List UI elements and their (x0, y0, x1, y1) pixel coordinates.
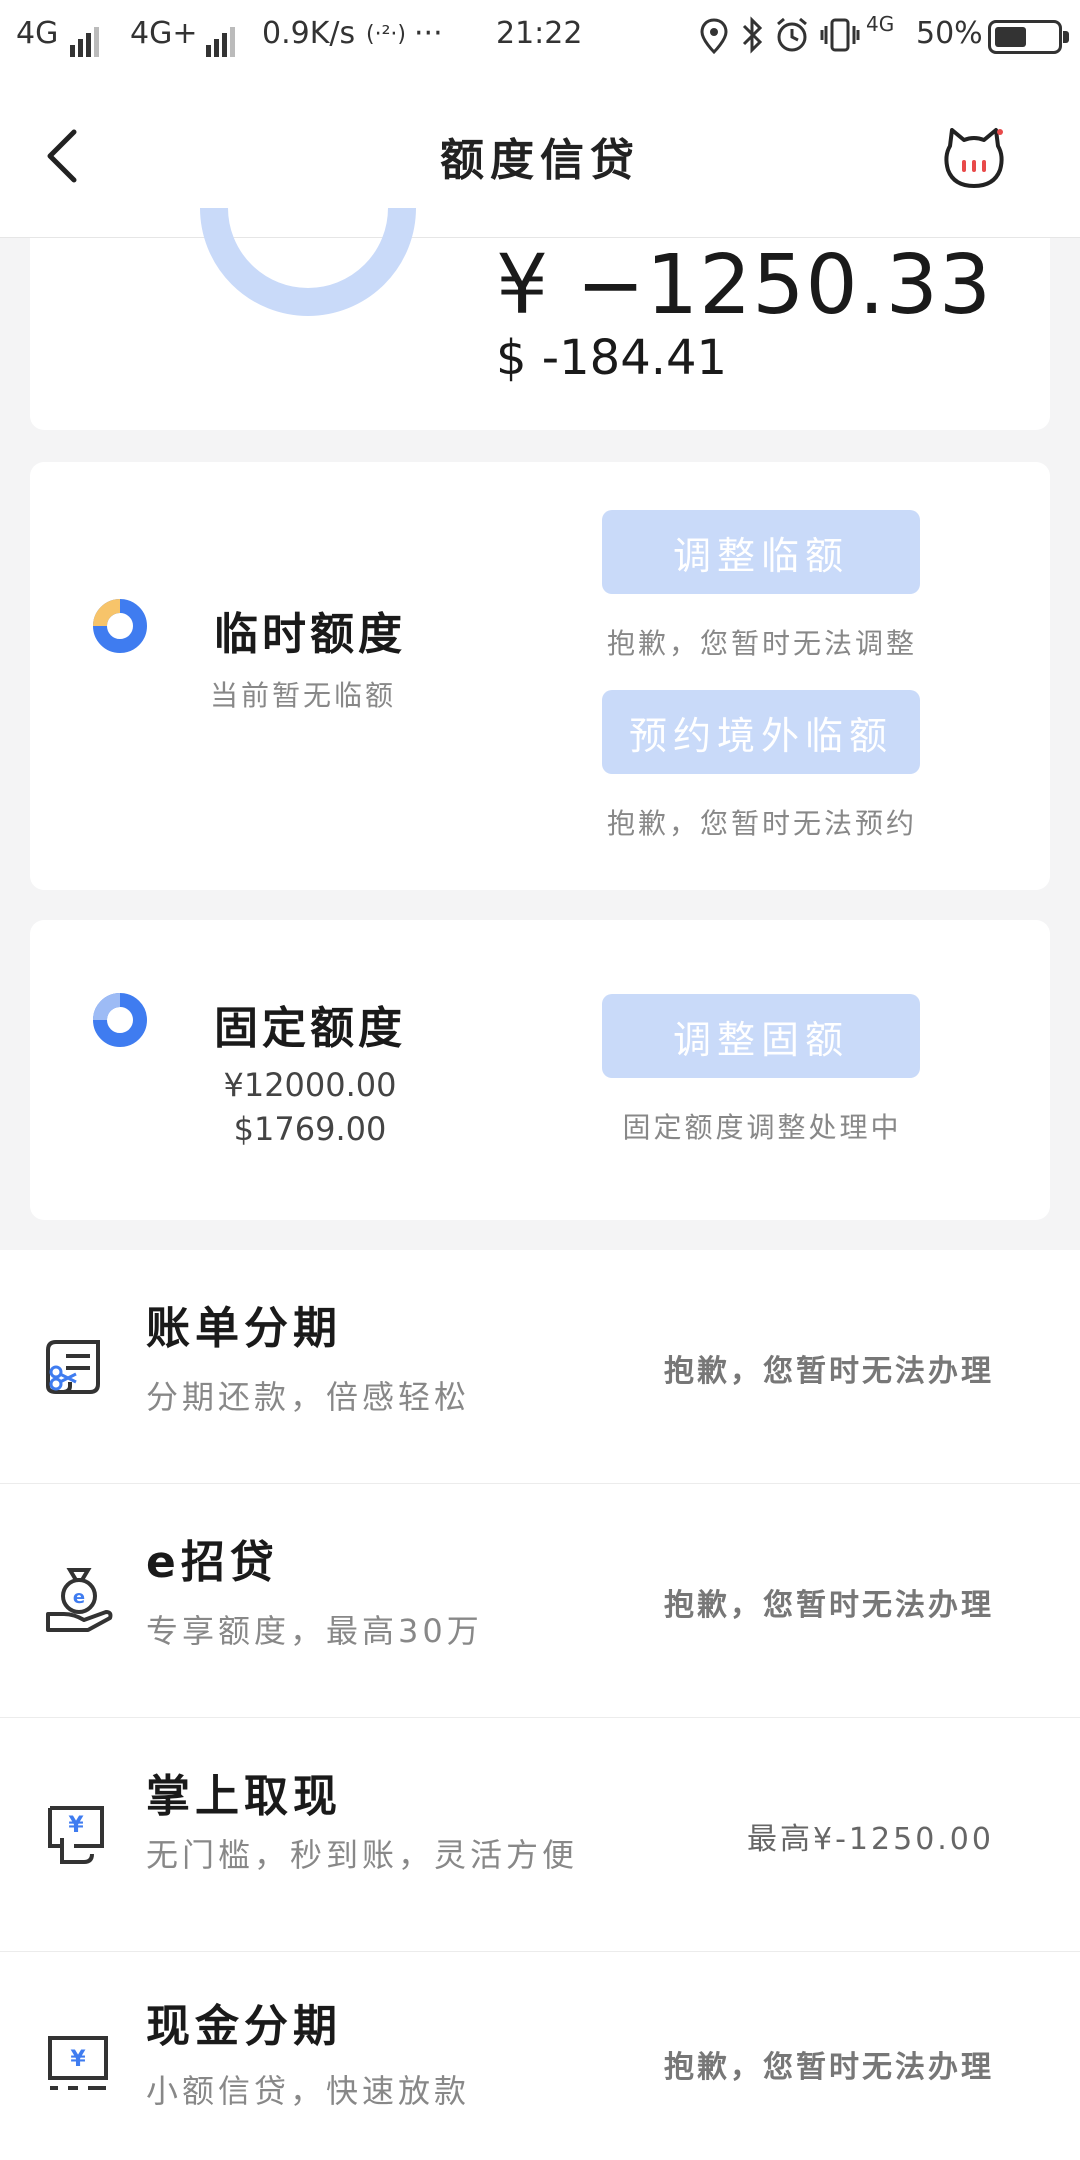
hotspot-icon: (·²·) (366, 22, 406, 47)
list-item-status: 最高¥-1250.00 (747, 1822, 994, 1857)
list-item-status: 抱歉，您暂时无法办理 (664, 2050, 994, 2085)
temp-limit-subtitle: 当前暂无临额 (210, 679, 397, 712)
nav-bar: 额度信贷 (0, 72, 1080, 238)
assistant-mascot-button[interactable] (940, 124, 1008, 192)
list-item-title: e招贷 (146, 1537, 279, 1588)
location-icon (700, 18, 728, 62)
fixed-limit-cny: ¥12000.00 (223, 1066, 397, 1104)
adjust-temp-limit-note: 抱歉，您暂时无法调整 (606, 627, 917, 660)
list-item-subtitle: 专享额度，最高30万 (146, 1612, 483, 1650)
lte-label: 4G (866, 12, 895, 36)
reserve-overseas-limit-note: 抱歉，您暂时无法预约 (606, 807, 917, 840)
fixed-limit-usd: $1769.00 (233, 1110, 387, 1148)
fixed-limit-title: 固定额度 (214, 1003, 406, 1054)
fixed-limit-pie-icon (93, 993, 147, 1047)
battery-icon (988, 20, 1069, 54)
svg-text:¥: ¥ (68, 1813, 84, 1838)
signal-icon-2 (206, 22, 238, 57)
balance-cny: ¥ −1250.33 (496, 238, 993, 333)
list-item-status: 抱歉，您暂时无法办理 (664, 1354, 994, 1389)
temp-limit-card: 临时额度 当前暂无临额 调整临额 抱歉，您暂时无法调整 预约境外临额 抱歉，您暂… (30, 462, 1050, 890)
temp-limit-pie-icon (93, 599, 147, 653)
list-item-title: 现金分期 (146, 2001, 342, 2052)
list-item-bill-installment[interactable]: 账单分期 分期还款，倍感轻松 抱歉，您暂时无法办理 (0, 1250, 1080, 1484)
money-bag-hand-icon: e (46, 1568, 113, 1632)
signal-icon (70, 22, 102, 57)
balance-usd: $ -184.41 (496, 330, 728, 386)
vibrate-icon (820, 16, 860, 62)
reserve-overseas-limit-button[interactable]: 预约境外临额 (602, 690, 920, 774)
balance-card: ¥ −1250.33 $ -184.41 (30, 208, 1050, 430)
cash-screen-icon: ¥ (48, 2036, 108, 2090)
adjust-temp-limit-button[interactable]: 调整临额 (602, 510, 920, 594)
network-label-1: 4G (16, 16, 59, 51)
list-item-cash-installment[interactable]: ¥ 现金分期 小额信贷，快速放款 抱歉，您暂时无法办理 (0, 1952, 1080, 2160)
cat-mascot-icon (944, 128, 1004, 188)
list-item-e-loan[interactable]: e e招贷 专享额度，最高30万 抱歉，您暂时无法办理 (0, 1484, 1080, 1718)
fixed-limit-card: 固定额度 ¥12000.00 $1769.00 调整固额 固定额度调整处理中 (30, 920, 1050, 1220)
clock: 21:22 (496, 16, 583, 51)
list-item-subtitle: 分期还款，倍感轻松 (146, 1378, 471, 1416)
status-bar: 4G 4G+ 0.9K/s (·²·) ··· 21:22 4G 50% (0, 0, 1080, 72)
services-list: 账单分期 分期还款，倍感轻松 抱歉，您暂时无法办理 e e招贷 专享额度，最高3… (0, 1250, 1080, 2160)
battery-percent: 50% (916, 16, 983, 51)
yen-screen-icon: ¥ (48, 1806, 104, 1864)
more-dots: ··· (414, 16, 443, 51)
adjust-fixed-limit-note: 固定额度调整处理中 (622, 1111, 902, 1144)
adjust-fixed-limit-button[interactable]: 调整固额 (602, 994, 920, 1078)
page-title: 额度信贷 (440, 135, 640, 186)
list-item-cash-withdrawal[interactable]: ¥ 掌上取现 无门槛，秒到账，灵活方便 最高¥-1250.00 (0, 1718, 1080, 1952)
svg-text:e: e (73, 1587, 85, 1608)
bluetooth-icon (740, 16, 764, 62)
bill-scissors-icon (46, 1340, 100, 1394)
network-speed: 0.9K/s (262, 16, 356, 51)
list-item-title: 账单分期 (146, 1303, 342, 1354)
list-item-title: 掌上取现 (146, 1771, 342, 1822)
usage-ring-chart (200, 208, 416, 316)
list-item-subtitle: 无门槛，秒到账，灵活方便 (146, 1836, 579, 1874)
list-item-subtitle: 小额信贷，快速放款 (146, 2072, 471, 2110)
alarm-icon (774, 16, 810, 62)
temp-limit-title: 临时额度 (214, 609, 406, 660)
svg-text:¥: ¥ (70, 2047, 86, 2072)
network-label-2: 4G+ (130, 16, 198, 51)
list-item-status: 抱歉，您暂时无法办理 (664, 1588, 994, 1623)
